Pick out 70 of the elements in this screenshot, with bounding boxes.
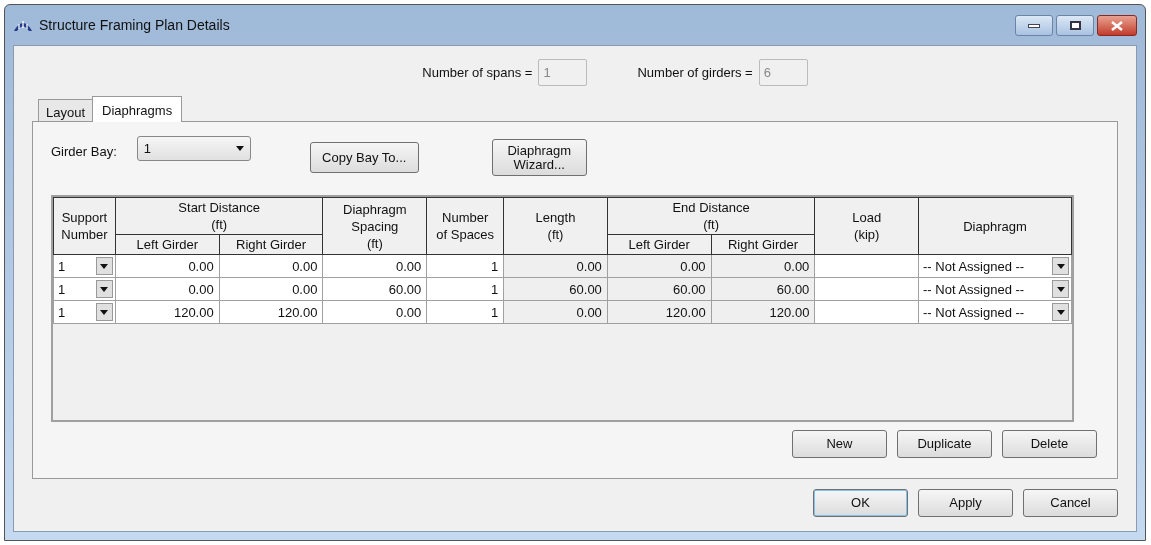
column-header: Diaphragm Spacing (ft) (322, 197, 427, 255)
caret-icon (1056, 263, 1065, 269)
close-button[interactable] (1097, 15, 1137, 36)
bridge-icon (13, 18, 33, 32)
caret-icon (235, 146, 244, 151)
tab[interactable]: Layout (38, 99, 93, 121)
table-cell: 0.00 (576, 258, 602, 274)
table-cell: 0.00 (188, 281, 214, 297)
table-cell: 60.00 (776, 281, 810, 297)
table-cell: 120.00 (173, 304, 214, 320)
table-cell: 120.00 (665, 304, 706, 320)
dropdown-button[interactable] (1052, 280, 1069, 298)
table-cell: 1 (490, 304, 499, 320)
table-cell: 0.00 (784, 258, 810, 274)
column-header: End Distance (ft) (607, 197, 815, 235)
girder-bay-dropdown[interactable]: 1 (136, 136, 251, 161)
combo-value: -- Not Assigned -- (923, 257, 1025, 275)
combo-value: 1 (58, 280, 66, 298)
table-cell: 0.00 (292, 258, 318, 274)
combo-value: -- Not Assigned -- (923, 303, 1025, 321)
column-header: Support Number (53, 197, 116, 255)
table-cell: 0.00 (395, 258, 422, 274)
table-cell: 120.00 (277, 304, 318, 320)
table-cell: 60.00 (673, 281, 706, 297)
close-icon (1111, 20, 1123, 31)
button[interactable]: Apply (918, 489, 1013, 517)
button[interactable]: Cancel (1023, 489, 1118, 517)
button[interactable]: Duplicate (897, 430, 992, 458)
combo-value: 1 (58, 303, 66, 321)
window-title: Structure Framing Plan Details (39, 15, 230, 35)
combo-value: -- Not Assigned -- (923, 280, 1025, 298)
table-cell: 60.00 (569, 281, 602, 297)
column-header: Start Distance (ft) (115, 197, 323, 235)
column-header: Length (ft) (503, 197, 608, 255)
readonly-field: 1 (538, 59, 588, 86)
button[interactable]: New (792, 430, 887, 458)
dropdown-button[interactable] (1052, 257, 1069, 275)
tab[interactable]: Diaphragms (92, 96, 183, 122)
caret-icon (1056, 309, 1065, 315)
combo-value: 1 (58, 257, 66, 275)
field-label: Number of girders = (637, 63, 753, 82)
copy-bay-button[interactable]: Copy Bay To... (309, 142, 419, 173)
column-header: Number of Spaces (426, 197, 504, 255)
column-header: Diaphragm (918, 197, 1072, 255)
field-label: Number of spans = (422, 63, 533, 82)
column-header: Load (kip) (814, 197, 919, 255)
table-cell: 1 (490, 281, 499, 297)
wizard-button[interactable]: Diaphragm Wizard... (491, 139, 587, 176)
caret-icon (100, 263, 109, 269)
table-cell: 0.00 (188, 258, 214, 274)
table-cell: 0.00 (395, 304, 422, 320)
table-cell: 0.00 (576, 304, 602, 320)
dropdown-button[interactable] (95, 303, 113, 321)
field-label: Girder Bay: (51, 143, 117, 161)
table-cell: 0.00 (680, 258, 706, 274)
dropdown-button[interactable] (95, 280, 113, 298)
dropdown-button[interactable] (1052, 303, 1069, 321)
maximize-button[interactable] (1056, 15, 1094, 36)
button[interactable]: Delete (1002, 430, 1097, 458)
dropdown-button[interactable] (95, 257, 113, 275)
table-cell: 60.00 (388, 281, 422, 297)
table-cell: 1 (490, 258, 499, 274)
table-cell: 120.00 (769, 304, 810, 320)
caret-icon (100, 286, 109, 292)
ok-button[interactable]: OK (813, 489, 908, 517)
caret-icon (100, 309, 109, 315)
minimize-button[interactable] (1015, 15, 1053, 36)
table-cell: 0.00 (292, 281, 318, 297)
caret-icon (1056, 286, 1065, 292)
readonly-field: 6 (758, 59, 808, 86)
